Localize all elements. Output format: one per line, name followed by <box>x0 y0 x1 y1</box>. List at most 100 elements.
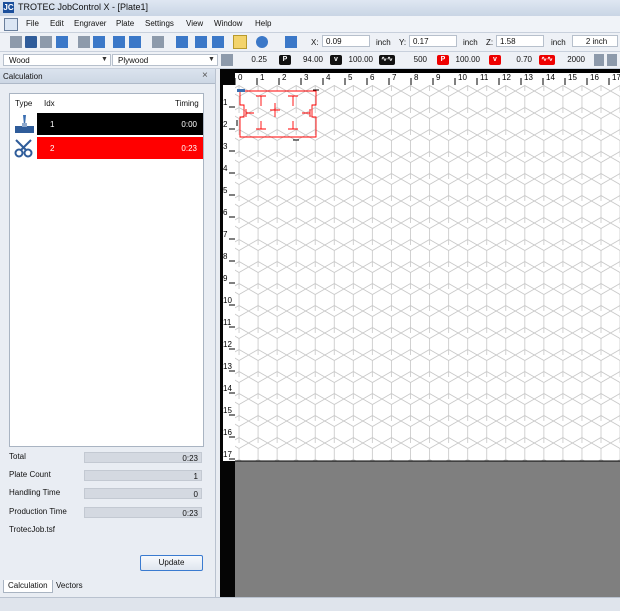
ruler-label: 17 <box>223 450 232 459</box>
y-unit: inch <box>463 38 478 47</box>
horizontal-ruler: 0 1 2 3 4 5 6 7 8 9 10 11 12 13 14 15 16 17 <box>220 69 620 85</box>
row-idx: 2 <box>50 144 55 153</box>
ruler-label: 2 <box>282 73 287 82</box>
menu-window[interactable]: Window <box>214 19 242 28</box>
ruler-label: 14 <box>223 384 232 393</box>
cut-frequency-value[interactable]: 2000 <box>558 54 585 66</box>
power-badge-icon: P <box>279 55 291 65</box>
material-group-select[interactable]: Wood ▼ <box>3 54 111 66</box>
ruler-label: 1 <box>260 73 265 82</box>
ruler-label: 4 <box>223 164 228 173</box>
menu-settings[interactable]: Settings <box>145 19 174 28</box>
save-icon[interactable] <box>25 36 37 48</box>
ruler-label: 7 <box>392 73 397 82</box>
ruler-label: 3 <box>223 142 228 151</box>
ruler-label: 5 <box>348 73 353 82</box>
thickness-value[interactable]: 0.25 <box>240 54 267 66</box>
gear-icon[interactable] <box>256 36 268 48</box>
ruler-label: 15 <box>568 73 577 82</box>
ruler-label: 8 <box>414 73 419 82</box>
ruler-label: 0 <box>238 73 243 82</box>
ruler-label: 11 <box>223 318 232 327</box>
new-file-icon[interactable] <box>10 36 22 48</box>
cut-power-badge-icon: P <box>437 55 449 65</box>
speed-value[interactable]: 100.00 <box>343 54 373 66</box>
crosshair-icon[interactable] <box>285 36 297 48</box>
ruler-label: 10 <box>458 73 467 82</box>
z-label: Z: <box>486 38 494 47</box>
calculation-table: Type Idx Timing 1 0:00 2 0:23 <box>9 93 204 447</box>
x-unit: inch <box>376 38 391 47</box>
open-icon[interactable] <box>40 36 52 48</box>
material-toolbar: Wood ▼ Plywood ▼ 0.25 P 94.00 v 100.00 ∿… <box>0 52 620 69</box>
x-coordinate-field[interactable]: 0.09 <box>322 35 370 47</box>
ruler-face <box>235 73 620 85</box>
y-coordinate-field[interactable]: 0.17 <box>409 35 457 47</box>
distribute-icon[interactable] <box>129 36 141 48</box>
ruler-label: 13 <box>223 362 232 371</box>
tab-vectors[interactable]: Vectors <box>52 580 87 592</box>
ruler-label: 9 <box>223 274 228 283</box>
ruler-label: 7 <box>223 230 228 239</box>
total-value: 0:23 <box>84 452 202 463</box>
ruler-label: 15 <box>223 406 232 415</box>
view-eye-icon[interactable] <box>233 35 247 49</box>
redo-icon[interactable] <box>607 54 617 66</box>
close-icon[interactable]: × <box>202 70 208 81</box>
cut-speed-value[interactable]: 0.70 <box>502 54 532 66</box>
zoom-field[interactable]: 2 inch <box>572 35 618 47</box>
ruler-label: 14 <box>546 73 555 82</box>
move-icon[interactable] <box>78 36 90 48</box>
table-row[interactable]: 1 0:00 <box>37 113 203 135</box>
chevron-down-icon: ▼ <box>101 56 108 63</box>
plate-count-value: 1 <box>84 470 202 481</box>
panel-tabs: Calculation Vectors <box>0 580 215 594</box>
thickness-icon <box>221 54 233 66</box>
ruler-label: 13 <box>524 73 533 82</box>
window-title: TROTEC JobControl X - [Plate1] <box>18 2 149 12</box>
handling-time-label: Handling Time <box>9 488 61 497</box>
document-window-icon[interactable] <box>4 18 18 31</box>
column-header-type: Type <box>15 99 33 108</box>
material-group-value: Wood <box>9 56 30 65</box>
speed-badge-icon: v <box>330 55 342 65</box>
material-select[interactable]: Plywood ▼ <box>112 54 218 66</box>
table-row[interactable]: 2 0:23 <box>37 137 203 159</box>
row-timing: 0:00 <box>181 120 197 129</box>
menu-plate[interactable]: Plate <box>116 19 134 28</box>
layout-icon[interactable] <box>176 36 188 48</box>
update-button[interactable]: Update <box>140 555 203 571</box>
frequency-wave-icon: ∿∿ <box>379 55 395 65</box>
tab-calculation[interactable]: Calculation <box>3 580 53 593</box>
rotate-icon[interactable] <box>93 36 105 48</box>
menu-file[interactable]: File <box>26 19 39 28</box>
ruler-label: 16 <box>223 428 232 437</box>
menu-engraver[interactable]: Engraver <box>74 19 106 28</box>
menu-help[interactable]: Help <box>255 19 271 28</box>
print-icon[interactable] <box>56 36 68 48</box>
cut-frequency-wave-icon: ∿∿ <box>539 55 555 65</box>
calculation-panel: Calculation × Type Idx Timing 1 0:00 2 0… <box>0 69 216 597</box>
ruler-label: 12 <box>502 73 511 82</box>
row-idx: 1 <box>50 120 55 129</box>
status-bar <box>0 597 620 611</box>
ppi-value[interactable]: 500 <box>400 54 427 66</box>
selection-handle[interactable] <box>237 89 245 92</box>
undo-icon[interactable] <box>594 54 604 66</box>
menu-edit[interactable]: Edit <box>50 19 64 28</box>
production-time-label: Production Time <box>9 507 67 516</box>
ruler-label: 6 <box>223 208 228 217</box>
z-coordinate-field[interactable]: 1.58 <box>496 35 544 47</box>
hex-grid-pattern <box>235 85 620 461</box>
position-icon[interactable] <box>212 36 224 48</box>
align-icon[interactable] <box>113 36 125 48</box>
plate-canvas[interactable]: 0 1 2 3 4 5 6 7 8 9 10 11 12 13 14 15 16 17 1234567891011… <box>220 69 620 597</box>
edit-icon[interactable] <box>152 36 164 48</box>
cut-power-value[interactable]: 100.00 <box>450 54 480 66</box>
power-value[interactable]: 94.00 <box>293 54 323 66</box>
ruler-label: 4 <box>326 73 331 82</box>
menu-view[interactable]: View <box>186 19 203 28</box>
ruler-label: 1 <box>223 98 228 107</box>
plate-count-label: Plate Count <box>9 470 51 479</box>
plate-icon[interactable] <box>195 36 207 48</box>
